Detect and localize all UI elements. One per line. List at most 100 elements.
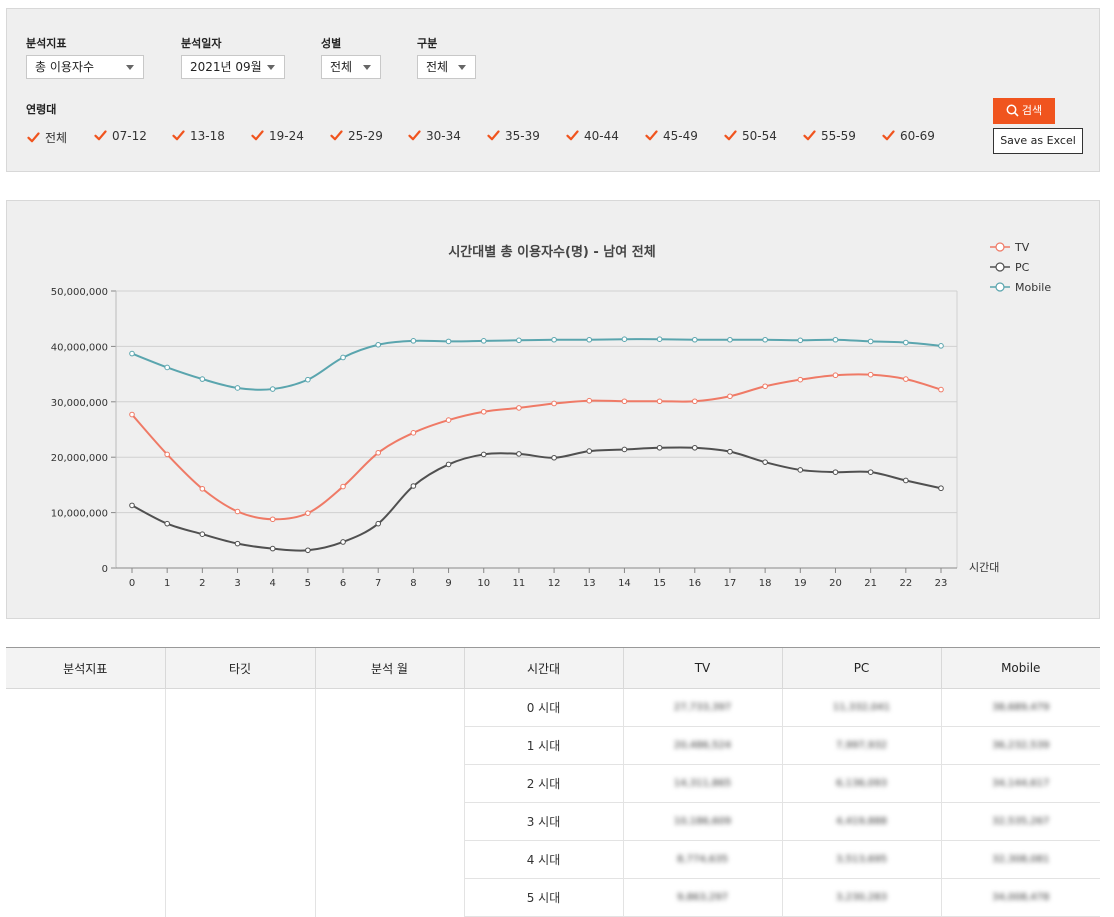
data-point xyxy=(903,477,909,484)
checkmark-icon xyxy=(172,130,185,141)
x-tick-label: 19 xyxy=(794,578,807,589)
age-checkbox-label: 60-69 xyxy=(900,129,935,143)
table-row: 0 시대 27,733,397 11,332,041 38,689,479 xyxy=(6,688,1100,917)
cell-mobile: 34,008,478 xyxy=(940,878,1100,917)
x-tick-label: 18 xyxy=(759,578,772,589)
header-mobile: Mobile xyxy=(940,647,1100,689)
data-point xyxy=(903,339,909,346)
cell-hour: 5 시대 xyxy=(463,878,623,917)
age-checkbox-07-12[interactable]: 07-12 xyxy=(94,129,147,145)
x-tick-label: 16 xyxy=(688,578,701,589)
cell-tv: 14,311,865 xyxy=(622,764,782,803)
age-checkbox-50-54[interactable]: 50-54 xyxy=(724,129,777,145)
data-point xyxy=(480,408,487,415)
age-checkbox-all[interactable]: 전체 xyxy=(27,129,67,145)
age-checkbox-40-44[interactable]: 40-44 xyxy=(566,129,619,145)
x-tick-label: 13 xyxy=(583,578,596,589)
data-point xyxy=(762,459,768,465)
cell-hour: 3 시대 xyxy=(463,802,623,841)
category-dropdown[interactable]: 전체 xyxy=(417,55,476,79)
checkmark-icon xyxy=(94,130,107,141)
checkmark-icon xyxy=(251,130,264,141)
data-point xyxy=(656,398,663,405)
age-checkbox-30-34[interactable]: 30-34 xyxy=(408,129,461,145)
cell-mobile: 36,232,539 xyxy=(940,726,1100,765)
data-point xyxy=(129,350,135,357)
x-tick-label: 0 xyxy=(129,578,135,589)
data-point xyxy=(199,376,206,382)
age-checkbox-60-69[interactable]: 60-69 xyxy=(882,129,935,145)
checkmark-icon xyxy=(330,130,343,141)
gender-dropdown[interactable]: 전체 xyxy=(321,55,381,79)
save-excel-button[interactable]: Save as Excel xyxy=(993,128,1083,154)
legend-label: TV xyxy=(1014,241,1030,254)
cell-tv: 8,774,635 xyxy=(622,840,782,879)
category-dropdown-value: 전체 xyxy=(426,60,449,74)
data-point xyxy=(691,444,698,451)
data-point xyxy=(375,520,382,527)
age-checkbox-label: 55-59 xyxy=(821,129,856,143)
data-point xyxy=(797,376,804,383)
data-point xyxy=(234,508,241,515)
x-tick-label: 15 xyxy=(653,578,666,589)
data-point xyxy=(867,469,874,475)
age-checkbox-55-59[interactable]: 55-59 xyxy=(803,129,856,145)
cell-target xyxy=(164,688,315,917)
data-point xyxy=(727,336,733,343)
age-checkbox-label: 50-54 xyxy=(742,129,777,143)
line-chart: 시간대별 총 이용자수(명) - 남여 전체 0 10,000,000 20,000,… xyxy=(51,241,1052,589)
data-point xyxy=(551,336,557,343)
data-point xyxy=(727,448,733,455)
series-line-tv xyxy=(131,373,942,521)
x-tick-label: 22 xyxy=(899,578,912,589)
x-tick-label: 12 xyxy=(548,578,561,589)
cell-hour: 4 시대 xyxy=(463,840,623,879)
chart-panel: 시간대별 총 이용자수(명) - 남여 전체 0 10,000,000 20,000,… xyxy=(6,200,1100,619)
data-point xyxy=(199,531,206,538)
data-point xyxy=(621,398,628,405)
data-point xyxy=(269,386,276,392)
caret-down-icon xyxy=(458,65,466,70)
checkmark-icon xyxy=(724,130,737,141)
cell-pc: 11,332,041 xyxy=(781,688,941,727)
data-point xyxy=(129,502,135,509)
cell-pc: 3,230,283 xyxy=(781,878,941,917)
caret-down-icon xyxy=(363,65,371,70)
x-tick-label: 17 xyxy=(724,578,737,589)
data-point xyxy=(938,485,944,492)
header-metric: 분석지표 xyxy=(6,647,165,689)
cell-pc: 3,513,695 xyxy=(781,840,941,879)
x-tick-label: 21 xyxy=(864,578,877,589)
age-checkbox-label: 35-39 xyxy=(505,129,540,143)
search-button[interactable]: 검색 xyxy=(993,98,1055,124)
age-checkbox-label: 13-18 xyxy=(190,129,225,143)
metric-dropdown[interactable]: 총 이용자수 xyxy=(26,55,144,79)
age-checkbox-19-24[interactable]: 19-24 xyxy=(251,129,304,145)
data-point xyxy=(691,336,698,343)
category-label: 구분 xyxy=(417,37,438,50)
age-checkbox-45-49[interactable]: 45-49 xyxy=(645,129,698,145)
age-checkbox-label: 25-29 xyxy=(348,129,383,143)
data-point xyxy=(516,451,522,457)
checkmark-icon xyxy=(566,130,579,141)
data-point xyxy=(305,376,311,383)
y-tick-label: 20,000,000 xyxy=(51,453,108,464)
date-dropdown[interactable]: 2021년 09월 xyxy=(181,55,285,79)
data-point xyxy=(445,417,452,423)
age-checkbox-25-29[interactable]: 25-29 xyxy=(330,129,383,145)
data-point xyxy=(269,516,276,523)
cell-tv: 9,863,297 xyxy=(622,878,782,917)
x-tick-label: 3 xyxy=(234,578,240,589)
cell-tv: 20,486,524 xyxy=(622,726,782,765)
data-point xyxy=(410,483,417,489)
age-checkbox-13-18[interactable]: 13-18 xyxy=(172,129,225,145)
age-checkbox-35-39[interactable]: 35-39 xyxy=(487,129,540,145)
age-checkbox-label: 전체 xyxy=(45,131,68,145)
data-point xyxy=(762,383,768,390)
age-checkbox-label: 19-24 xyxy=(269,129,304,143)
series-line-pc xyxy=(131,446,942,552)
table-header-row: 분석지표 타깃 분석 월 시간대 TV PC Mobile xyxy=(6,647,1100,689)
legend-marker xyxy=(995,282,1005,292)
data-point xyxy=(586,448,593,454)
date-label: 분석일자 xyxy=(181,37,222,50)
